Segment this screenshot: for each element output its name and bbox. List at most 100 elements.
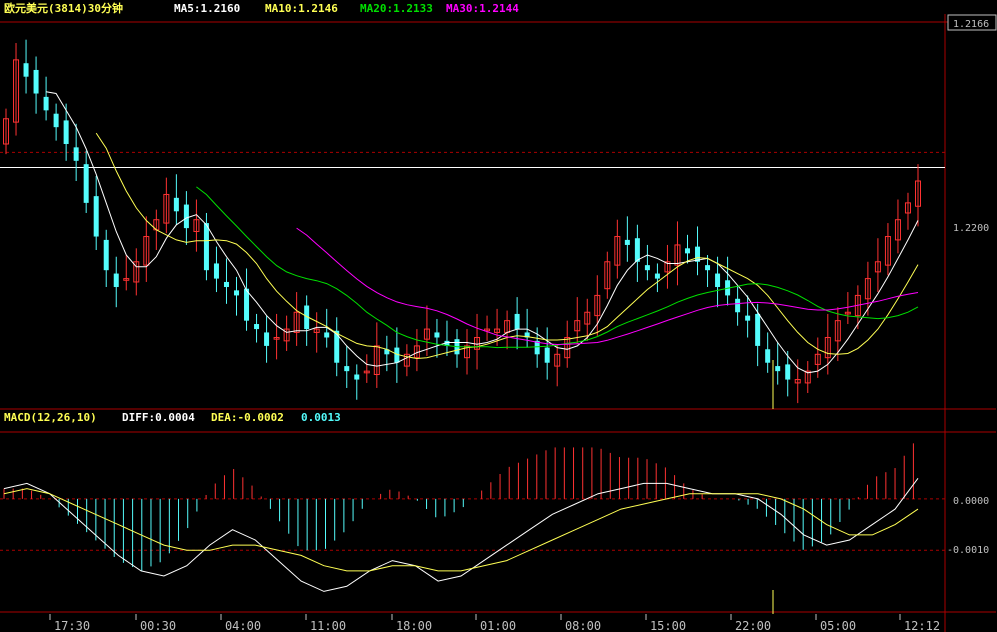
candle xyxy=(444,320,450,356)
candle-body xyxy=(83,164,89,203)
candle xyxy=(403,344,410,377)
panel-frames xyxy=(0,14,996,632)
candle xyxy=(454,329,460,368)
candle xyxy=(43,76,49,121)
candle-body xyxy=(624,239,630,245)
candle-body xyxy=(33,69,39,94)
candle xyxy=(604,251,611,299)
candle-body xyxy=(745,315,751,321)
time-axis-label: 15:00 xyxy=(650,619,686,632)
candle xyxy=(844,292,851,325)
time-axis-label: 18:00 xyxy=(396,619,432,632)
candle-body xyxy=(684,248,690,254)
candle-body xyxy=(775,366,781,372)
candle xyxy=(293,292,300,346)
time-axis-label: 00:30 xyxy=(140,619,176,632)
candle-body xyxy=(223,281,229,288)
candle-body xyxy=(53,113,59,128)
candle xyxy=(413,329,420,372)
candle xyxy=(544,327,550,380)
candle xyxy=(273,313,280,360)
time-axis: 17:30 00:30 04:00 11:00 18:00 01:00 08:00 15:00… xyxy=(49,614,940,632)
candle xyxy=(173,174,179,225)
candle xyxy=(373,322,380,388)
time-axis-label: 08:00 xyxy=(565,619,601,632)
candle xyxy=(644,244,650,281)
time-axis-label: 04:00 xyxy=(225,619,261,632)
candle xyxy=(223,258,229,304)
candle xyxy=(123,255,130,291)
candle xyxy=(304,295,310,346)
candle-body xyxy=(213,263,219,279)
candle-body xyxy=(103,239,109,271)
candle-body xyxy=(354,374,360,380)
candle-body xyxy=(544,347,550,363)
candle xyxy=(434,318,440,358)
candle xyxy=(313,312,320,353)
candle xyxy=(113,256,119,308)
candle xyxy=(464,329,471,375)
candle-body xyxy=(644,265,650,271)
candle xyxy=(3,108,9,155)
candle-body xyxy=(73,147,79,161)
candle-body xyxy=(735,298,741,313)
chart-canvas: 欧元美元(3814)30分钟 MA5:1.2160 MA10:1.2146 MA… xyxy=(0,1,997,632)
candle-body xyxy=(344,366,350,372)
candle xyxy=(904,192,911,230)
candle xyxy=(695,226,701,276)
moving-average-lines xyxy=(46,91,919,374)
candle xyxy=(484,315,491,341)
candle xyxy=(234,276,240,316)
time-axis-label: 01:00 xyxy=(480,619,516,632)
candle-body xyxy=(203,223,209,271)
candle-body xyxy=(705,265,711,271)
candle xyxy=(334,317,340,377)
candle-body xyxy=(183,204,189,229)
candle xyxy=(654,263,660,293)
candle xyxy=(264,315,270,363)
macd-zero-label: 0.0000 xyxy=(953,496,989,507)
candle xyxy=(283,315,290,351)
candle-body xyxy=(634,238,640,262)
candle-body xyxy=(244,288,250,321)
candle xyxy=(864,261,871,316)
candle xyxy=(384,335,390,372)
candle xyxy=(33,56,39,114)
candle xyxy=(244,268,250,331)
candle xyxy=(634,224,640,282)
macd-value-label: 0.0013 xyxy=(301,411,341,424)
macd-dea-line xyxy=(3,488,919,572)
candle xyxy=(93,175,99,250)
macd-lines xyxy=(3,360,919,614)
candle-body xyxy=(434,332,440,338)
candle-body xyxy=(514,313,520,330)
time-axis-label: 11:00 xyxy=(310,619,346,632)
candle-body xyxy=(23,63,29,77)
candle xyxy=(674,221,681,286)
candle xyxy=(73,123,79,182)
candle-body xyxy=(113,273,119,288)
candle-body xyxy=(93,196,99,237)
price-level-label: 1.2200 xyxy=(953,223,989,234)
time-axis-label: 22:00 xyxy=(735,619,771,632)
candle-body xyxy=(785,364,791,380)
ma5-label: MA5:1.2160 xyxy=(174,2,240,15)
candle xyxy=(684,234,690,264)
candle xyxy=(614,219,621,279)
symbol-title: 欧元美元(3814)30分钟 xyxy=(4,1,123,15)
candle-body xyxy=(324,332,330,338)
candle xyxy=(745,295,751,338)
candle-body xyxy=(254,324,260,330)
macd-histogram xyxy=(3,443,914,571)
candle xyxy=(725,256,731,306)
candle xyxy=(143,216,150,282)
candle xyxy=(804,361,811,394)
candle xyxy=(474,313,481,370)
candle xyxy=(514,297,520,350)
time-axis-label: 17:30 xyxy=(54,619,90,632)
time-axis-label: 12:12 xyxy=(904,619,940,632)
candle xyxy=(103,229,109,288)
candle-body xyxy=(765,349,771,363)
macd-neg-label: -0.0010 xyxy=(947,545,989,556)
ma30-label: MA30:1.2144 xyxy=(446,2,519,15)
